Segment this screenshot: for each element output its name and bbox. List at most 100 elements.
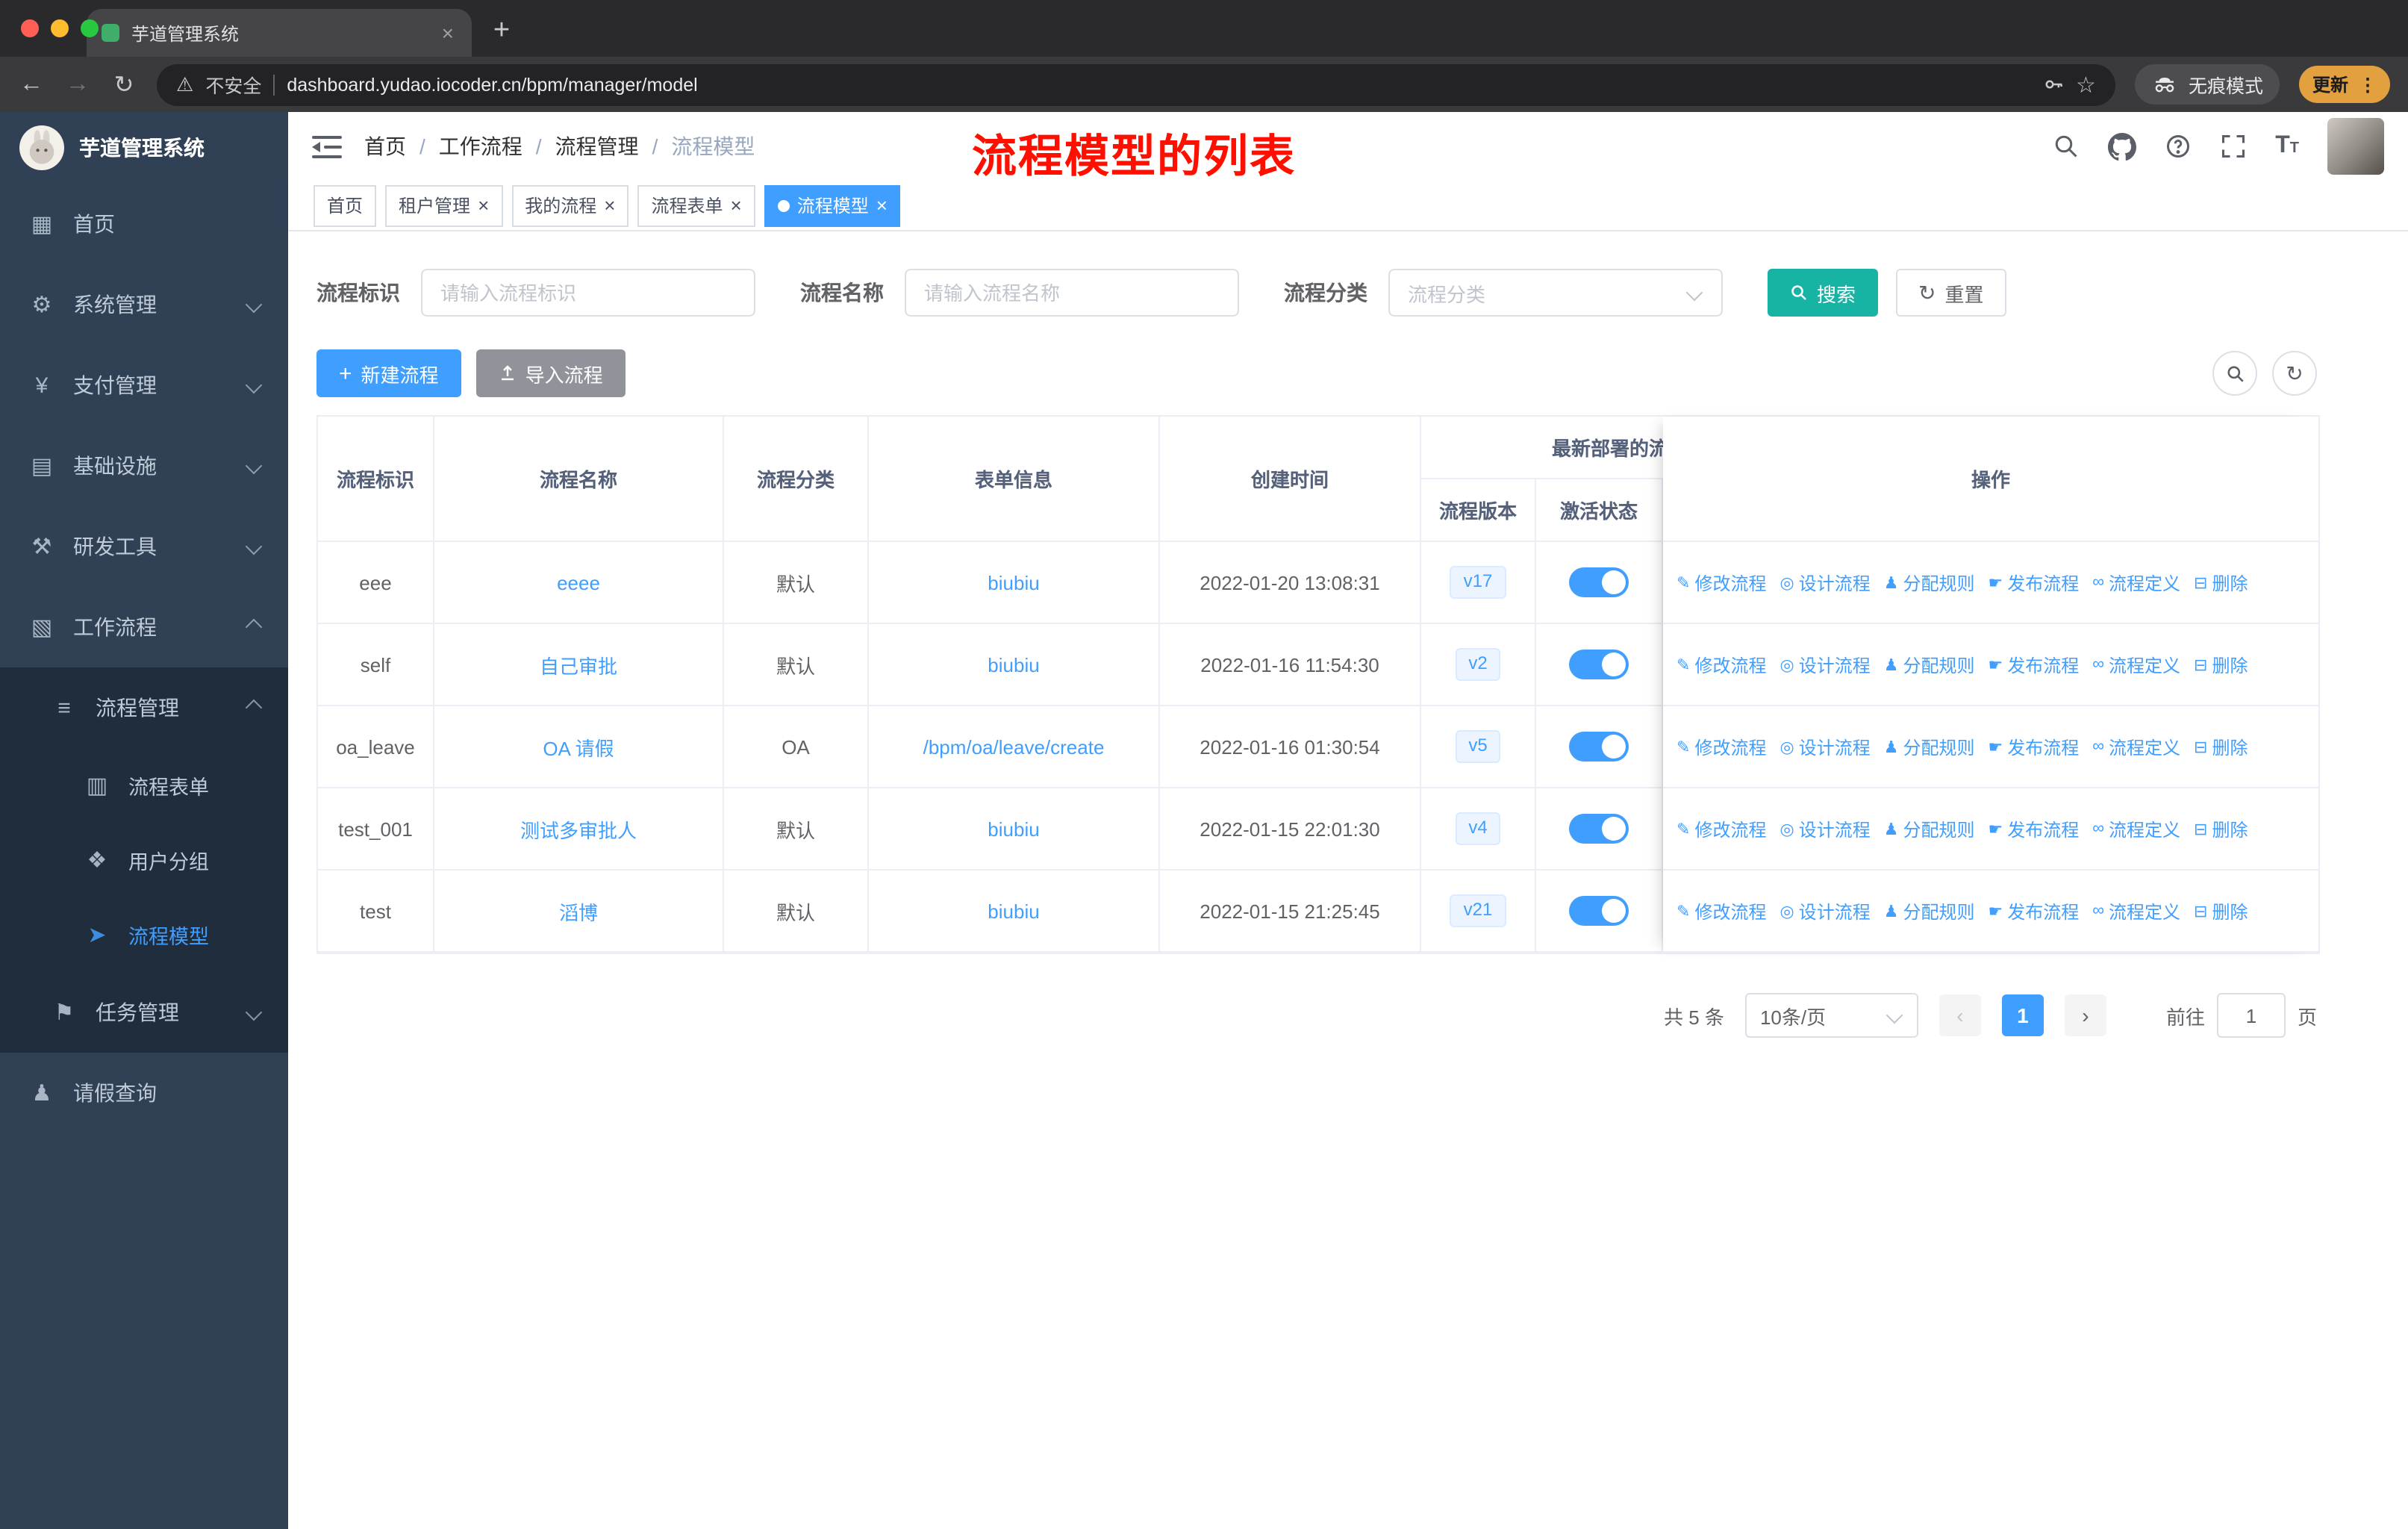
page-size-select[interactable]: 10条/页	[1744, 993, 1918, 1038]
version-badge[interactable]: v21	[1450, 894, 1506, 927]
update-button[interactable]: 更新 ⋮	[2298, 66, 2390, 103]
close-icon[interactable]: ×	[731, 196, 742, 215]
action-design[interactable]: ◎ 设计流程	[1780, 816, 1870, 841]
bookmark-star-icon[interactable]: ☆	[2076, 71, 2096, 98]
github-icon[interactable]	[2108, 132, 2137, 161]
tab-tag-tenant-mgmt[interactable]: 租户管理 ×	[385, 184, 503, 226]
active-toggle[interactable]	[1569, 814, 1629, 844]
tab-close-icon[interactable]: ×	[439, 21, 457, 45]
version-badge[interactable]: v17	[1450, 566, 1506, 599]
sidebar-item-payment-mgmt[interactable]: ¥ 支付管理	[0, 345, 288, 426]
action-definition[interactable]: ∞ 流程定义	[2092, 570, 2180, 595]
sidebar-item-process-model[interactable]: ➤ 流程模型	[0, 897, 288, 972]
version-badge[interactable]: v4	[1455, 812, 1501, 845]
sidebar-item-dev-tools[interactable]: ⚒ 研发工具	[0, 506, 288, 587]
process-name-link[interactable]: 滔博	[559, 897, 598, 925]
action-design[interactable]: ◎ 设计流程	[1780, 652, 1870, 677]
hamburger-icon[interactable]	[312, 134, 342, 159]
action-design[interactable]: ◎ 设计流程	[1780, 570, 1870, 595]
create-process-button[interactable]: + 新建流程	[316, 349, 461, 397]
avatar[interactable]	[2327, 118, 2384, 175]
password-key-icon[interactable]	[2042, 73, 2064, 96]
action-assign-rule[interactable]: ♟ 分配规则	[1884, 816, 1975, 841]
breadcrumb-item[interactable]: 工作流程	[439, 131, 523, 161]
action-assign-rule[interactable]: ♟ 分配规则	[1884, 570, 1975, 595]
tab-tag-my-process[interactable]: 我的流程 ×	[511, 184, 629, 226]
next-page-button[interactable]: ›	[2064, 994, 2106, 1036]
minimize-window-button[interactable]	[51, 19, 69, 37]
close-window-button[interactable]	[21, 19, 39, 37]
action-publish[interactable]: ☛ 发布流程	[1989, 652, 2080, 677]
version-badge[interactable]: v2	[1455, 648, 1501, 681]
filter-input-process-name[interactable]	[905, 269, 1239, 317]
goto-page-input[interactable]	[2216, 993, 2286, 1038]
sidebar-item-home[interactable]: ▦ 首页	[0, 184, 288, 264]
address-bar[interactable]: ⚠ 不安全 dashboard.yudao.iocoder.cn/bpm/man…	[157, 63, 2115, 105]
menu-kebab-icon[interactable]: ⋮	[2359, 74, 2377, 95]
security-label[interactable]: 不安全	[205, 70, 261, 99]
breadcrumb-item[interactable]: 首页	[364, 131, 406, 161]
action-delete[interactable]: ⊟ 删除	[2194, 652, 2248, 677]
new-tab-button[interactable]: +	[481, 10, 523, 52]
import-process-button[interactable]: 导入流程	[475, 349, 626, 397]
process-name-link[interactable]: 自己审批	[540, 650, 617, 679]
filter-input-process-id[interactable]	[421, 269, 755, 317]
browser-tab[interactable]: 芋道管理系统 ×	[87, 9, 472, 57]
action-assign-rule[interactable]: ♟ 分配规则	[1884, 734, 1975, 759]
action-edit[interactable]: ✎ 修改流程	[1676, 816, 1766, 841]
fullscreen-icon[interactable]	[2220, 133, 2247, 160]
close-icon[interactable]: ×	[604, 196, 615, 215]
action-delete[interactable]: ⊟ 删除	[2194, 734, 2248, 759]
active-toggle[interactable]	[1569, 650, 1629, 679]
reset-button[interactable]: ↻ 重置	[1896, 269, 2006, 317]
action-edit[interactable]: ✎ 修改流程	[1676, 652, 1766, 677]
filter-select-process-category[interactable]: 流程分类	[1388, 269, 1723, 317]
process-name-link[interactable]: OA 请假	[543, 732, 614, 761]
tab-tag-process-form[interactable]: 流程表单 ×	[637, 184, 755, 226]
form-info-link[interactable]: /bpm/oa/leave/create	[923, 735, 1105, 758]
sidebar-item-user-group[interactable]: ❖ 用户分组	[0, 823, 288, 897]
form-info-link[interactable]: biubiu	[988, 818, 1039, 840]
action-assign-rule[interactable]: ♟ 分配规则	[1884, 898, 1975, 924]
back-icon[interactable]: ←	[18, 71, 45, 98]
action-delete[interactable]: ⊟ 删除	[2194, 816, 2248, 841]
version-badge[interactable]: v5	[1455, 730, 1501, 763]
action-edit[interactable]: ✎ 修改流程	[1676, 570, 1766, 595]
action-publish[interactable]: ☛ 发布流程	[1989, 816, 2080, 841]
sidebar-item-process-mgmt[interactable]: ≡ 流程管理	[0, 667, 288, 748]
action-definition[interactable]: ∞ 流程定义	[2092, 816, 2180, 841]
action-design[interactable]: ◎ 设计流程	[1780, 898, 1870, 924]
action-definition[interactable]: ∞ 流程定义	[2092, 652, 2180, 677]
sidebar-item-system-mgmt[interactable]: ⚙ 系统管理	[0, 264, 288, 345]
process-name-link[interactable]: eeee	[557, 571, 600, 594]
action-publish[interactable]: ☛ 发布流程	[1989, 570, 2080, 595]
active-toggle[interactable]	[1569, 896, 1629, 926]
action-design[interactable]: ◎ 设计流程	[1780, 734, 1870, 759]
action-definition[interactable]: ∞ 流程定义	[2092, 898, 2180, 924]
sidebar-item-process-form[interactable]: ▥ 流程表单	[0, 748, 288, 823]
action-delete[interactable]: ⊟ 删除	[2194, 898, 2248, 924]
action-publish[interactable]: ☛ 发布流程	[1989, 734, 2080, 759]
sidebar-item-leave-query[interactable]: ♟ 请假查询	[0, 1053, 288, 1133]
refresh-table-button[interactable]: ↻	[2272, 351, 2317, 396]
tab-tag-process-model[interactable]: 流程模型 ×	[764, 184, 901, 226]
active-toggle[interactable]	[1569, 732, 1629, 762]
font-size-icon[interactable]: TT	[2275, 133, 2299, 160]
search-icon[interactable]	[2053, 133, 2080, 160]
action-edit[interactable]: ✎ 修改流程	[1676, 734, 1766, 759]
form-info-link[interactable]: biubiu	[988, 571, 1039, 594]
toggle-search-button[interactable]	[2212, 351, 2257, 396]
action-assign-rule[interactable]: ♟ 分配规则	[1884, 652, 1975, 677]
reload-icon[interactable]: ↻	[110, 69, 137, 99]
forward-icon[interactable]: →	[64, 71, 91, 98]
form-info-link[interactable]: biubiu	[988, 900, 1039, 922]
action-edit[interactable]: ✎ 修改流程	[1676, 898, 1766, 924]
prev-page-button[interactable]: ‹	[1938, 994, 1981, 1036]
close-icon[interactable]: ×	[876, 196, 888, 215]
process-name-link[interactable]: 测试多审批人	[520, 815, 637, 843]
sidebar-item-workflow[interactable]: ▧ 工作流程	[0, 587, 288, 667]
action-definition[interactable]: ∞ 流程定义	[2092, 734, 2180, 759]
sidebar-item-task-mgmt[interactable]: ⚑ 任务管理	[0, 972, 288, 1053]
breadcrumb-item[interactable]: 流程管理	[555, 131, 639, 161]
active-toggle[interactable]	[1569, 567, 1629, 597]
